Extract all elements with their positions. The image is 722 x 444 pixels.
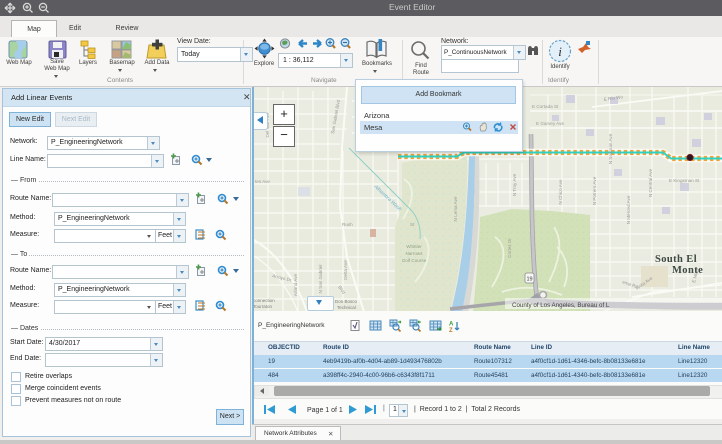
svg-text:N Chico Ave: N Chico Ave <box>558 179 563 205</box>
svg-text:South El: South El <box>655 254 697 265</box>
svg-text:Arland Ave: Arland Ave <box>293 273 298 296</box>
svg-text:Rush: Rush <box>342 222 353 227</box>
svg-text:Golf Course: Golf Course <box>402 258 427 263</box>
svg-text:E Garvey Ave: E Garvey Ave <box>536 121 564 126</box>
svg-text:Whittier: Whittier <box>406 244 422 249</box>
svg-text:A: A <box>449 322 454 328</box>
svg-text:Tourraton: Tourraton <box>253 304 273 309</box>
svg-text:County of Los Angeles, Bureau: County of Los Angeles, Bureau of L <box>512 302 610 309</box>
svg-text:N Central Ave: N Central Ave <box>648 168 653 197</box>
svg-text:Technical: Technical <box>337 305 356 310</box>
svg-text:Don Bosco: Don Bosco <box>335 299 358 304</box>
svg-text:Monte: Monte <box>672 265 703 276</box>
svg-text:E Kingsman St: E Kingsman St <box>669 178 700 183</box>
svg-text:N Seaman Ave: N Seaman Ave <box>608 133 613 164</box>
svg-text:E Cortada St: E Cortada St <box>532 104 559 109</box>
svg-text:Page 1 of 1: Page 1 of 1 <box>307 407 343 414</box>
svg-text:i: i <box>558 44 562 59</box>
svg-text:connection: connection <box>253 298 275 303</box>
svg-text:N Merced Ave: N Merced Ave <box>626 195 631 224</box>
svg-text:Z: Z <box>449 328 453 333</box>
svg-text:N Lema Ave: N Lema Ave <box>453 196 458 221</box>
svg-text:tes Ave: tes Ave <box>255 179 270 184</box>
svg-text:N San Gabriel: N San Gabriel <box>318 265 323 294</box>
svg-text:19: 19 <box>526 277 532 283</box>
svg-text:Delta Ave: Delta Ave <box>343 260 348 280</box>
svg-text:Narrows: Narrows <box>405 251 423 256</box>
svg-text:N Troy Ave: N Troy Ave <box>512 173 517 196</box>
svg-text:St: St <box>410 222 415 227</box>
svg-text:N Potrero Ave: N Potrero Ave <box>592 176 597 205</box>
svg-text:Cortez Dr: Cortez Dr <box>507 238 512 258</box>
